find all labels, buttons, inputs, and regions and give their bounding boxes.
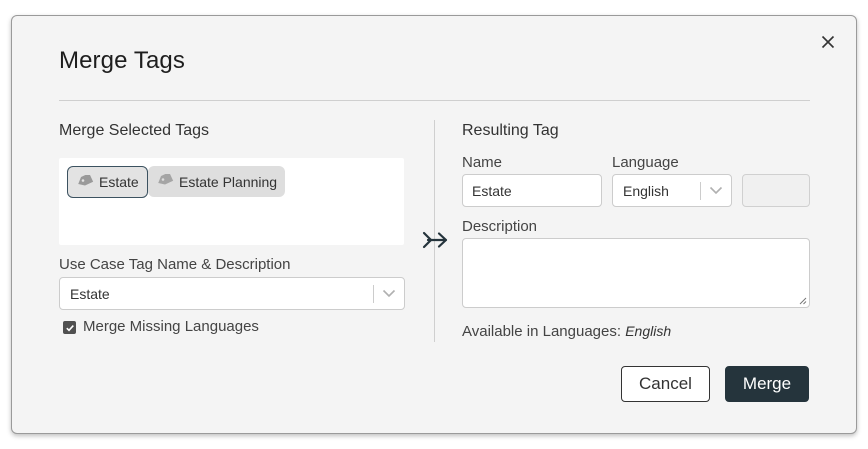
language-select-value: English	[623, 182, 669, 199]
close-icon	[821, 35, 835, 49]
language-select[interactable]: English	[612, 174, 732, 207]
chevron-down-icon	[374, 289, 404, 298]
name-label: Name	[462, 154, 503, 171]
merge-arrow-icon	[422, 229, 450, 256]
merge-tags-dialog: Merge Tags Merge Selected Tags Estate Es…	[11, 15, 857, 434]
close-button[interactable]	[818, 32, 838, 52]
merge-missing-languages-label: Merge Missing Languages	[83, 318, 259, 335]
checkmark-icon	[65, 324, 74, 331]
tag-chip-estate-planning[interactable]: Estate Planning	[148, 166, 286, 197]
merge-button[interactable]: Merge	[725, 366, 809, 402]
resize-grip-icon[interactable]	[799, 297, 807, 305]
name-input[interactable]: Estate	[462, 174, 602, 207]
chevron-down-icon	[701, 186, 731, 195]
merge-selected-tags-heading: Merge Selected Tags	[59, 122, 210, 139]
tag-icon	[78, 174, 94, 186]
description-textarea[interactable]	[462, 238, 810, 308]
merge-missing-languages-checkbox[interactable]	[63, 321, 76, 334]
available-languages-label: Available in Languages:	[462, 323, 622, 340]
available-languages: Available in Languages: English	[462, 323, 671, 340]
resulting-tag-heading: Resulting Tag	[462, 122, 559, 139]
tag-chip-label: Estate Planning	[179, 173, 278, 190]
selected-tags-box: Estate Estate Planning	[59, 158, 404, 245]
use-case-select-value: Estate	[70, 285, 110, 302]
use-case-label: Use Case Tag Name & Description	[59, 256, 291, 273]
tag-icon	[158, 174, 174, 185]
language-label: Language	[612, 154, 679, 171]
tag-chip-label: Estate	[99, 174, 139, 190]
title-divider	[59, 100, 810, 101]
cancel-button[interactable]: Cancel	[621, 366, 710, 402]
disabled-field	[742, 174, 810, 207]
use-case-select[interactable]: Estate	[59, 277, 405, 310]
description-label: Description	[462, 218, 538, 235]
dialog-title: Merge Tags	[59, 47, 185, 74]
available-languages-value: English	[625, 323, 672, 339]
tag-chip-estate[interactable]: Estate	[67, 166, 148, 198]
